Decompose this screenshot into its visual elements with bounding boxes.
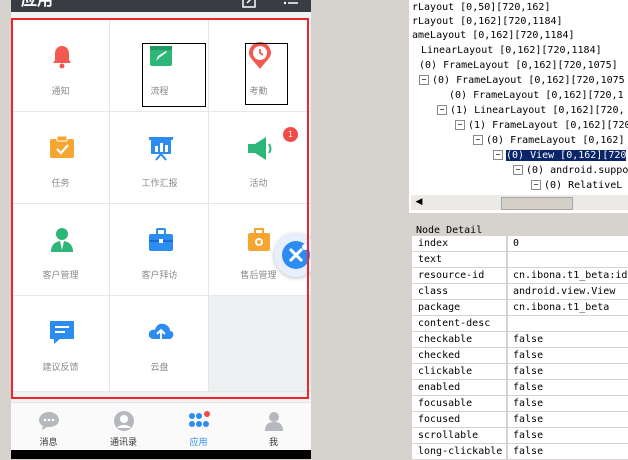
nav-item-me[interactable]: 我 [236, 403, 311, 451]
contacts-icon [114, 411, 134, 431]
system-nav-bar [11, 450, 311, 459]
tree-node[interactable]: ameLayout [0,162][720,1184] [412, 28, 575, 43]
apps-icon [189, 411, 210, 427]
tree-node[interactable]: − (0) FrameLayout [0,162] [473, 133, 624, 148]
detail-row[interactable]: focusable false [412, 396, 628, 412]
hierarchy-tree[interactable]: rLayout [0,50][720,162] rLayout [0,162][… [409, 0, 628, 213]
tree-node[interactable]: rLayout [0,162][720,1184] [412, 14, 563, 29]
detail-row[interactable]: index 0 [412, 236, 628, 252]
collapse-toggle-icon[interactable]: − [419, 75, 429, 85]
tree-node[interactable]: (0) FrameLayout [0,162][720,1 [449, 88, 624, 103]
collapse-toggle-icon[interactable]: − [513, 165, 523, 175]
app-title: 应用 [21, 0, 53, 10]
collapse-toggle-icon[interactable]: − [455, 120, 465, 130]
node-detail-title: Node Detail [415, 225, 484, 236]
detail-row[interactable]: package cn.ibona.t1_beta [412, 300, 628, 316]
detail-row[interactable]: checkable false [412, 332, 628, 348]
bottom-nav: 消息 通讯录 应用 我 [11, 402, 311, 451]
phone-screen: 应用 通知 流程 [11, 0, 311, 459]
scroll-left-icon[interactable]: ◀ [414, 197, 424, 207]
nav-label: 应用 [189, 438, 208, 448]
detail-row[interactable]: checked false [412, 348, 628, 364]
bounds-box [142, 43, 206, 107]
title-bar: 应用 [11, 0, 311, 12]
scroll-thumb[interactable] [501, 197, 573, 210]
user-icon [265, 412, 283, 431]
tree-node[interactable]: − (1) LinearLayout [0,162][720, [437, 103, 625, 118]
chat-icon [39, 412, 59, 430]
detail-row[interactable]: long-clickable false [412, 444, 628, 460]
nav-label: 消息 [39, 438, 58, 448]
nav-item-messages[interactable]: 消息 [11, 403, 86, 451]
detail-row[interactable]: resource-id cn.ibona.t1_beta:id [412, 268, 628, 284]
detail-row[interactable]: clickable false [412, 364, 628, 380]
tree-node-selected[interactable]: − (0) View [0,162][720 [493, 148, 627, 163]
collapse-toggle-icon[interactable]: − [437, 105, 447, 115]
tree-node[interactable]: − (0) android.suppo [513, 163, 628, 178]
menu-icon[interactable] [283, 0, 299, 8]
tree-node[interactable]: (0) FrameLayout [0,162][720,1075] [419, 58, 618, 73]
edit-icon[interactable] [242, 0, 256, 8]
tree-node[interactable]: − (1) FrameLayout [0,162][720 [455, 118, 628, 133]
collapse-toggle-icon[interactable]: − [531, 180, 541, 190]
nav-label: 我 [268, 438, 278, 448]
nav-label: 通讯录 [109, 438, 137, 448]
nav-item-contacts[interactable]: 通讯录 [86, 403, 161, 451]
detail-row[interactable]: enabled false [412, 380, 628, 396]
tree-horizontal-scrollbar[interactable]: ◀ [411, 195, 628, 210]
tree-node[interactable]: − (0) FrameLayout [0,162][720,1075 [419, 73, 625, 88]
collapse-toggle-icon[interactable]: − [493, 150, 503, 160]
tree-node[interactable]: LinearLayout [0,162][720,1184] [421, 43, 602, 58]
tree-node[interactable]: rLayout [0,50][720,162] [412, 0, 550, 15]
nav-item-apps[interactable]: 应用 [161, 403, 236, 451]
detail-row[interactable]: text [412, 252, 628, 268]
detail-row[interactable]: scrollable false [412, 428, 628, 444]
detail-row[interactable]: content-desc [412, 316, 628, 332]
bounds-box [245, 43, 288, 105]
tree-node[interactable]: − (0) RelativeL [531, 178, 622, 193]
collapse-toggle-icon[interactable]: − [473, 135, 483, 145]
detail-row[interactable]: class android.view.View [412, 284, 628, 300]
detail-row[interactable]: focused false [412, 412, 628, 428]
